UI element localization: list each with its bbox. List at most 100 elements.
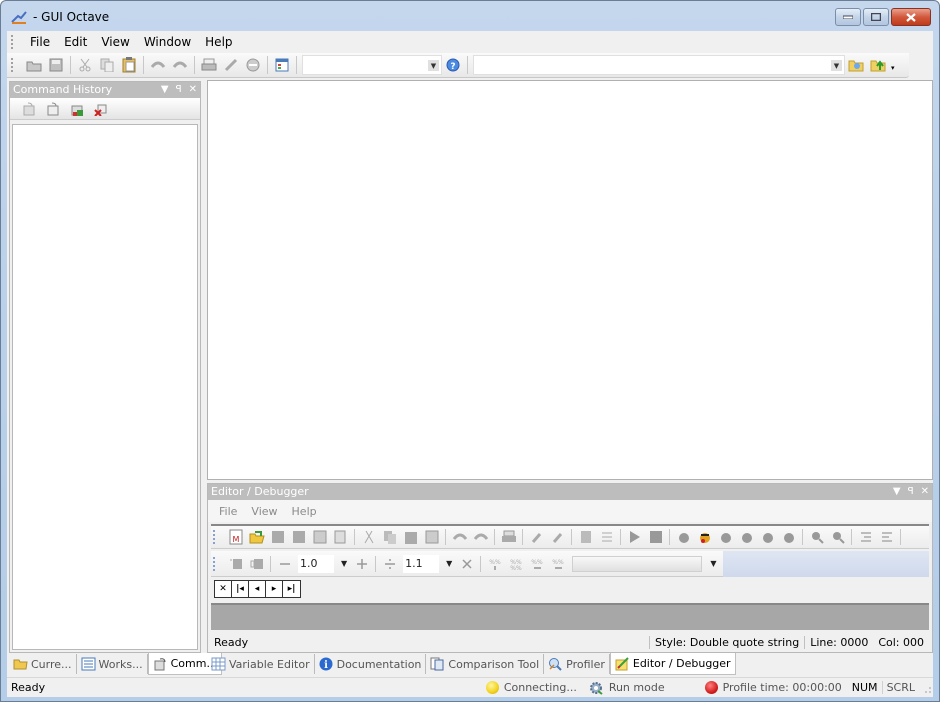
panel-menu-icon[interactable]: ▼ — [161, 82, 169, 98]
step-in-icon[interactable] — [739, 529, 755, 545]
run-history-icon[interactable] — [21, 101, 37, 117]
resize-grip-icon[interactable] — [919, 681, 933, 695]
close-file-icon[interactable] — [333, 529, 349, 545]
menu-edit[interactable]: Edit — [57, 31, 94, 53]
editor-document-area[interactable] — [211, 603, 929, 630]
stop-icon[interactable] — [244, 56, 262, 74]
open-folder-icon[interactable] — [25, 56, 43, 74]
save-file-icon[interactable] — [270, 529, 286, 545]
menu-view[interactable]: View — [94, 31, 136, 53]
save-history-icon[interactable] — [69, 101, 85, 117]
set-breakpoint-icon[interactable] — [809, 529, 825, 545]
print-icon[interactable] — [200, 56, 218, 74]
close-icon[interactable]: ✕ — [189, 82, 197, 98]
toolbar-grip[interactable] — [213, 556, 217, 571]
tab-documentation[interactable]: i Documentation — [315, 654, 427, 674]
redo-icon[interactable] — [473, 529, 489, 545]
run-section-icon[interactable] — [648, 529, 664, 545]
dropdown-arrow-icon[interactable]: ▼ — [428, 60, 439, 71]
tab-current-directory[interactable]: Curre... — [9, 654, 77, 674]
options-icon[interactable] — [273, 56, 291, 74]
help-icon[interactable]: ? — [444, 56, 462, 74]
list-icon[interactable] — [599, 529, 615, 545]
spacing-input[interactable]: 1.1 — [403, 554, 440, 573]
toolbar-grip[interactable] — [11, 58, 15, 72]
tab-comparison-tool[interactable]: Comparison Tool — [426, 654, 545, 674]
toolbar-grip[interactable] — [213, 530, 217, 544]
tab-profiler[interactable]: Profiler — [544, 654, 610, 674]
next-cell-icon[interactable]: %% — [550, 556, 566, 572]
paste-icon[interactable] — [403, 529, 419, 545]
spacing-dropdown-icon[interactable]: ▼ — [446, 559, 452, 568]
last-tab-button[interactable]: ▸| — [283, 581, 300, 597]
toolbar-overflow-icon[interactable]: ▾ — [891, 64, 895, 72]
prev-tab-button[interactable]: ◂ — [249, 581, 266, 597]
menu-window[interactable]: Window — [137, 31, 198, 53]
insert-row-icon[interactable] — [228, 556, 244, 572]
menubar-grip[interactable] — [11, 35, 15, 49]
open-file-icon[interactable] — [249, 529, 265, 545]
print-icon[interactable] — [501, 529, 517, 545]
panel-menu-icon[interactable]: ▼ — [893, 484, 901, 500]
maximize-button[interactable] — [863, 8, 889, 26]
title-bar[interactable]: - GUI Octave — [1, 1, 939, 31]
divide-icon[interactable] — [382, 556, 398, 572]
multiply-icon[interactable] — [459, 556, 475, 572]
editor-menu-view[interactable]: View — [244, 505, 284, 518]
cut-icon[interactable] — [361, 529, 377, 545]
remove-bookmark-icon[interactable] — [550, 529, 566, 545]
debug-run-icon[interactable] — [697, 529, 713, 545]
first-tab-button[interactable]: |◂ — [232, 581, 249, 597]
save-all-icon[interactable] — [291, 529, 307, 545]
redo-icon[interactable] — [171, 56, 189, 74]
tab-workspace[interactable]: Works... — [77, 654, 148, 674]
delete-history-icon[interactable] — [93, 101, 109, 117]
folder-up-icon[interactable] — [869, 56, 887, 74]
document-icon[interactable] — [578, 529, 594, 545]
step-out-icon[interactable] — [760, 529, 776, 545]
zoom-out-icon[interactable] — [277, 556, 293, 572]
menu-help[interactable]: Help — [198, 31, 239, 53]
dropdown-arrow-icon[interactable]: ▼ — [831, 60, 842, 71]
editor-menu-file[interactable]: File — [212, 505, 244, 518]
save-as-icon[interactable] — [312, 529, 328, 545]
unindent-icon[interactable] — [879, 529, 895, 545]
cut-icon[interactable] — [76, 56, 94, 74]
browse-folder-icon[interactable] — [847, 56, 865, 74]
editor-menu-help[interactable]: Help — [285, 505, 324, 518]
indent-icon[interactable] — [858, 529, 874, 545]
step-icon[interactable] — [718, 529, 734, 545]
undo-icon[interactable] — [452, 529, 468, 545]
unfold-icon[interactable]: %%%% — [508, 556, 524, 572]
find-icon[interactable] — [424, 529, 440, 545]
style-combo[interactable] — [572, 555, 703, 572]
fold-icon[interactable]: %% — [487, 556, 503, 572]
tab-variable-editor[interactable]: Variable Editor — [207, 654, 315, 674]
directory-combo[interactable]: ▼ — [473, 55, 845, 75]
delete-row-icon[interactable] — [249, 556, 265, 572]
command-history-list[interactable] — [12, 124, 198, 650]
tab-editor-debugger[interactable]: Editor / Debugger — [609, 653, 736, 675]
run-icon[interactable] — [627, 529, 643, 545]
clear-breakpoint-icon[interactable] — [830, 529, 846, 545]
zoom-input[interactable]: 1.0 — [298, 554, 334, 573]
close-button[interactable] — [891, 8, 931, 26]
copy-icon[interactable] — [382, 529, 398, 545]
paste-icon[interactable] — [120, 56, 138, 74]
prev-cell-icon[interactable]: %% — [529, 556, 545, 572]
continue-icon[interactable] — [781, 529, 797, 545]
command-window[interactable] — [207, 80, 933, 480]
minimize-button[interactable] — [835, 8, 861, 26]
next-tab-button[interactable]: ▸ — [266, 581, 283, 597]
debug-icon[interactable] — [676, 529, 692, 545]
zoom-in-icon[interactable] — [354, 556, 370, 572]
add-bookmark-icon[interactable] — [529, 529, 545, 545]
close-icon[interactable]: ✕ — [921, 484, 929, 500]
pin-icon[interactable]: ꟼ — [176, 82, 182, 98]
menu-file[interactable]: File — [23, 31, 57, 53]
plug-icon[interactable] — [222, 56, 240, 74]
command-combo[interactable]: ▼ — [302, 55, 442, 75]
copy-history-icon[interactable] — [45, 101, 61, 117]
save-icon[interactable] — [47, 56, 65, 74]
pin-icon[interactable]: ꟼ — [908, 484, 914, 500]
